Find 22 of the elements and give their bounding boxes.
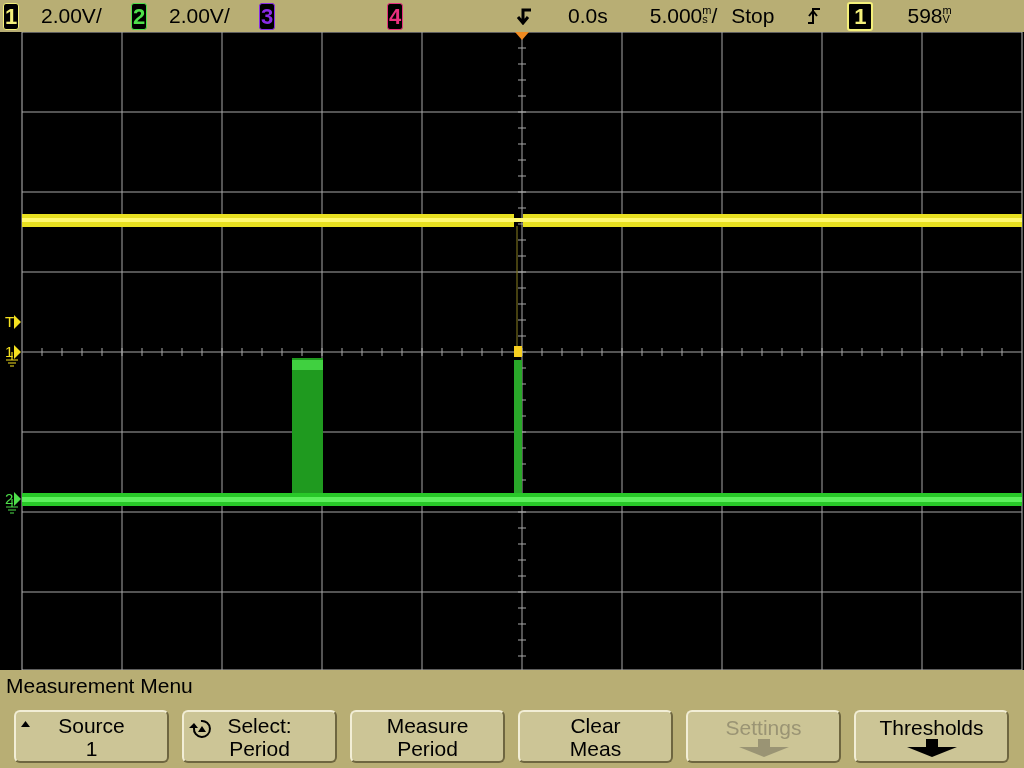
softkey-button[interactable]: Thresholds: [854, 710, 1009, 763]
trigger-source-badge: 1: [847, 1, 874, 31]
softkey-button[interactable]: Select: Period: [182, 710, 337, 763]
channel-scale: 2.00V/: [41, 4, 102, 28]
rotary-knob-icon: [188, 718, 214, 740]
channel-badge: 4: [387, 2, 403, 30]
pointer-triangle-icon: [21, 721, 30, 727]
delay-marker-icon: [515, 7, 533, 25]
down-arrow-icon: [906, 739, 957, 757]
run-state: Stop: [731, 4, 775, 28]
rising-edge-icon: [807, 7, 822, 25]
softkey-button[interactable]: Source 1: [14, 710, 169, 763]
menu-title: Measurement Menu: [6, 674, 193, 699]
channel-badge: 2: [131, 2, 147, 30]
delay-pointer-icon: [515, 32, 529, 40]
channel-scale: 2.00V/: [169, 4, 230, 28]
softkey-button[interactable]: Clear Meas: [518, 710, 673, 763]
softkey-button[interactable]: Measure Period: [350, 710, 505, 763]
channel-badge: 3: [259, 2, 275, 30]
channel-badge: 1: [3, 2, 19, 30]
down-arrow-icon: [738, 739, 789, 757]
delay-value: 0.0s: [568, 4, 608, 28]
